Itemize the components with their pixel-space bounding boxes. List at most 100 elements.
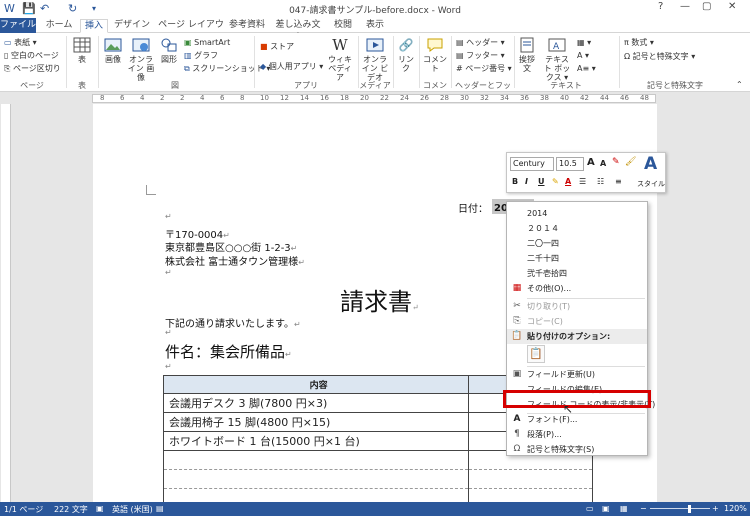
table-cell[interactable]: 会議用椅子 15 脚(4800 円×15)	[162, 412, 470, 432]
zoom-slider-thumb[interactable]	[688, 505, 691, 513]
tab-review[interactable]: 校閲	[330, 19, 356, 33]
zoom-level[interactable]: 120%	[724, 504, 747, 513]
online-picture-button[interactable]: オンライン 画像	[126, 37, 156, 82]
page-count[interactable]: 1/1 ページ	[4, 504, 43, 515]
menu-item-date-format[interactable]: 弐千壱拾四	[507, 266, 647, 281]
help-button[interactable]: ?	[658, 1, 663, 12]
menu-item-paragraph[interactable]: ¶ 段落(P)...	[507, 427, 647, 442]
format-painter-icon[interactable]: 🖌	[625, 157, 636, 167]
wikipedia-button[interactable]: W ウィキ ペディア	[326, 37, 354, 82]
shrink-font-icon[interactable]: A	[600, 159, 606, 168]
highlight-icon[interactable]: ✎	[552, 177, 559, 186]
table-cell[interactable]	[468, 469, 593, 489]
ruler-number: 36	[520, 94, 529, 102]
numbering-icon[interactable]: ☷	[597, 177, 604, 186]
equation-button[interactable]: π 数式 ▾	[624, 37, 654, 48]
menu-item-date-format[interactable]: 二〇一四	[507, 236, 647, 251]
read-mode-icon[interactable]: ▭	[586, 504, 594, 513]
header-button[interactable]: ▤ ヘッダー ▾	[456, 37, 505, 48]
horizontal-ruler[interactable]: 8 6 4 2 2 4 6 8 10 12 14 16 18 20 22 24 26 28 30 32 34 36 38 40…	[0, 92, 750, 104]
bold-button[interactable]: B	[512, 177, 518, 186]
table-cell[interactable]	[162, 450, 470, 470]
font-name-box[interactable]: Century	[510, 157, 554, 171]
tab-home[interactable]: ホーム	[42, 19, 76, 33]
grow-font-icon[interactable]: A	[587, 157, 595, 168]
vertical-ruler[interactable]	[1, 104, 11, 502]
word-count[interactable]: 222 文字	[54, 504, 88, 515]
tab-mailings[interactable]: 差し込み文書	[272, 19, 324, 43]
clear-format-icon[interactable]: ✎	[612, 157, 620, 167]
tab-file[interactable]: ファイル	[0, 18, 36, 33]
styles-icon[interactable]: A	[644, 154, 657, 174]
maximize-button[interactable]: ▢	[702, 1, 711, 12]
menu-item-symbol[interactable]: Ω 記号と特殊文字(S)	[507, 442, 647, 457]
menu-item-cut[interactable]: ✂ 切り取り(T)	[507, 299, 647, 314]
page-break-button[interactable]: ⎘ ページ区切り	[4, 63, 61, 74]
table-header-cell[interactable]: 内容	[162, 375, 470, 394]
footer-button[interactable]: ▤ フッター ▾	[456, 50, 505, 61]
zoom-in-icon[interactable]: +	[712, 504, 719, 513]
language-indicator[interactable]: 英語 (米国)	[112, 504, 153, 515]
tab-insert[interactable]: 挿入	[80, 19, 108, 33]
table-cell[interactable]: 会議用デスク 3 脚(7800 円×3)	[162, 393, 470, 413]
menu-item-paste-options[interactable]: 📋 貼り付けのオプション:	[507, 329, 647, 344]
blank-page-button[interactable]: ▯ 空白のページ	[4, 50, 59, 61]
chart-button[interactable]: ▥ グラフ	[184, 50, 218, 61]
zoom-out-icon[interactable]: −	[640, 504, 647, 513]
menu-item-date-format[interactable]: 二千十四	[507, 251, 647, 266]
menu-item-copy[interactable]: ⎘ コピー(C)	[507, 314, 647, 329]
ruler-number: 26	[420, 94, 429, 102]
store-button[interactable]: ■ ストア	[260, 41, 294, 52]
comment-button[interactable]: コメント	[422, 37, 448, 73]
picture-button[interactable]: 画像	[102, 37, 124, 64]
tab-page-layout[interactable]: ページ レイアウト	[156, 19, 226, 43]
bullets-icon[interactable]: ☰	[579, 177, 586, 186]
print-layout-icon[interactable]: ▣	[602, 504, 610, 513]
quick-parts-icon[interactable]: ▦ ▾	[577, 37, 591, 48]
symbol-button[interactable]: Ω 記号と特殊文字 ▾	[624, 51, 695, 62]
my-apps-button[interactable]: ◆ 個人用アプリ ▾	[260, 61, 323, 72]
align-icon[interactable]: ≡	[615, 177, 622, 186]
ruler-number: 8	[240, 94, 245, 102]
italic-button[interactable]: I	[525, 177, 528, 186]
shapes-button[interactable]: 図形	[158, 37, 180, 64]
paste-keep-source-icon[interactable]: 📋	[527, 345, 545, 363]
proofing-icon[interactable]: ▣	[96, 504, 104, 513]
menu-item-date-format[interactable]: ２０１４	[507, 221, 647, 236]
style-label[interactable]: スタイル	[637, 179, 665, 189]
online-video-button[interactable]: オンライン ビデオ	[360, 37, 390, 82]
font-color-icon[interactable]: A	[565, 177, 571, 186]
page-number-button[interactable]: # ページ番号 ▾	[456, 63, 512, 74]
macro-icon[interactable]: ▤	[156, 504, 164, 513]
menu-item-date-format[interactable]: 2014	[507, 206, 647, 221]
cover-page-button[interactable]: ▭ 表紙 ▾	[4, 37, 37, 48]
tab-references[interactable]: 参考資料	[226, 19, 268, 33]
table-button[interactable]: 表	[70, 37, 94, 64]
tab-view[interactable]: 表示	[362, 19, 388, 33]
font-size-box[interactable]: 10.5	[556, 157, 584, 171]
menu-item-update-field[interactable]: ▣ フィールド更新(U)	[507, 367, 647, 382]
group-divider	[393, 36, 394, 88]
links-button[interactable]: 🔗 リンク	[396, 37, 416, 73]
wordart-icon[interactable]: A ▾	[577, 50, 589, 61]
table-cell[interactable]	[162, 469, 470, 489]
web-layout-icon[interactable]: ▦	[620, 504, 628, 513]
drop-cap-icon[interactable]: A≡ ▾	[577, 63, 596, 74]
context-menu: 2014 ２０１４ 二〇一四 二千十四 弐千壱拾四 ▦ その他(O)... ✂ 切り…	[506, 201, 655, 457]
tab-design[interactable]: デザイン	[112, 19, 152, 33]
underline-button[interactable]: U	[538, 177, 545, 186]
zoom-slider-track[interactable]	[650, 508, 710, 509]
menu-item-more-formats[interactable]: ▦ その他(O)...	[507, 281, 647, 296]
greeting-button[interactable]: 挨拶文	[516, 37, 538, 73]
minimize-button[interactable]: —	[680, 1, 690, 12]
smartart-button[interactable]: ▣ SmartArt	[184, 37, 230, 48]
table-cell[interactable]: ホワイトボード 1 台(15000 円×1 台)	[162, 431, 470, 451]
para-mark: ↵	[165, 268, 172, 277]
menu-item-font[interactable]: A フォント(F)...	[507, 412, 647, 427]
textbox-button[interactable]: A テキスト ボックス ▾	[542, 37, 572, 82]
screenshot-button[interactable]: ⧉ スクリーンショット ▾	[184, 63, 270, 74]
close-button[interactable]: ✕	[728, 1, 736, 12]
group-label-apps: アプリ	[294, 81, 318, 90]
collapse-ribbon-icon[interactable]: ⌃	[736, 79, 743, 90]
ruler-number: 34	[500, 94, 509, 102]
